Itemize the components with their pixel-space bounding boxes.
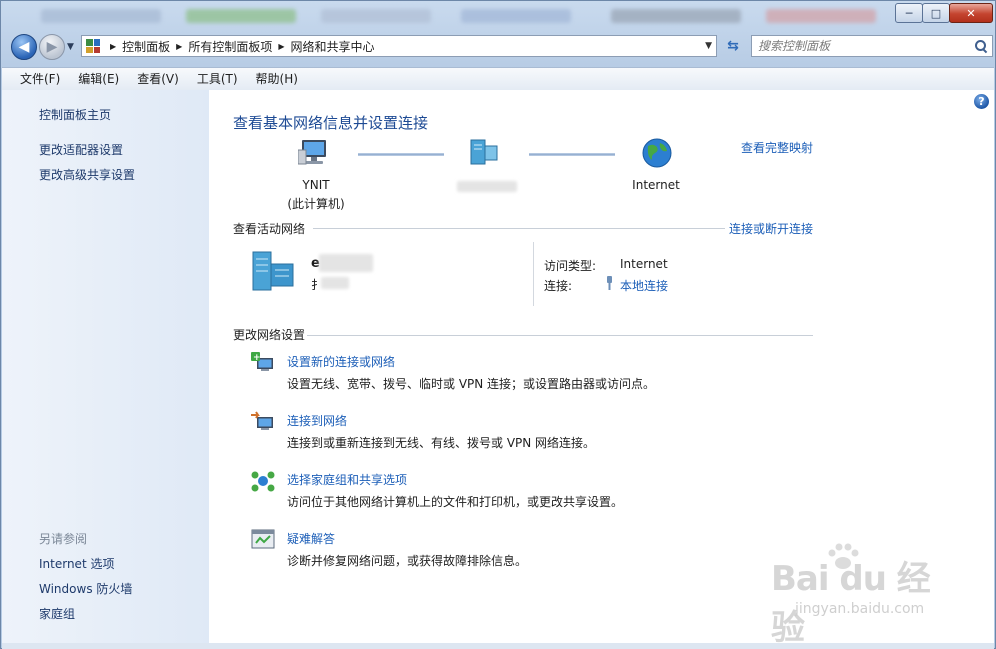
- sidebar-internet-options-link[interactable]: Internet 选项: [39, 555, 114, 572]
- search-icon[interactable]: [974, 39, 988, 53]
- sidebar-homegroup-link[interactable]: 家庭组: [39, 605, 75, 622]
- sidebar-firewall-link[interactable]: Windows 防火墙: [39, 580, 132, 597]
- page-title: 查看基本网络信息并设置连接: [233, 114, 429, 132]
- breadcrumb-control-panel[interactable]: 控制面板: [122, 38, 170, 55]
- window-frame: ─ □ ✕ ◀ ▶ ▼ ▶ 控制面板 ▶ 所有控制面板项 ▶ 网络和共享中心 ▼…: [0, 0, 996, 649]
- blurred-tab: [766, 9, 876, 23]
- watermark-url: jingyan.baidu.com: [795, 601, 925, 617]
- ethernet-icon: [607, 276, 612, 290]
- access-type-value: Internet: [620, 257, 668, 271]
- help-icon[interactable]: ?: [974, 94, 989, 109]
- network-link-line: [358, 153, 444, 156]
- chevron-right-icon[interactable]: ▶: [278, 42, 284, 51]
- domain-network-icon[interactable]: [251, 250, 299, 292]
- redacted-network-type: [321, 277, 349, 289]
- network-icon: [470, 139, 498, 165]
- task-connect-network-desc: 连接到或重新连接到无线、有线、拨号或 VPN 网络连接。: [287, 436, 596, 450]
- change-settings-label: 更改网络设置: [233, 328, 306, 342]
- window-controls: ─ □ ✕: [895, 3, 993, 23]
- connect-network-icon[interactable]: [251, 411, 275, 433]
- task-setup-connection-desc: 设置无线、宽带、拨号、临时或 VPN 连接；或设置路由器或访问点。: [287, 377, 656, 391]
- address-dropdown-icon[interactable]: ▼: [705, 41, 712, 51]
- see-also-heading: 另请参阅: [39, 532, 88, 546]
- breadcrumb-network-center[interactable]: 网络和共享中心: [291, 38, 375, 55]
- breadcrumb-all-items[interactable]: 所有控制面板项: [188, 38, 272, 55]
- view-full-map-link[interactable]: 查看完整映射: [741, 139, 813, 156]
- computer-sublabel: (此计算机): [287, 197, 345, 211]
- task-troubleshoot-link[interactable]: 疑难解答: [287, 530, 335, 547]
- search-input[interactable]: [752, 38, 974, 54]
- task-homegroup-desc: 访问位于其他网络计算机上的文件和打印机，或更改共享设置。: [287, 495, 624, 509]
- new-connection-icon[interactable]: +: [251, 352, 275, 374]
- refresh-button[interactable]: ⇆: [721, 36, 745, 56]
- blurred-tab: [321, 9, 431, 23]
- network-link-line: [529, 153, 615, 156]
- section-divider: [307, 335, 813, 336]
- title-strip: [1, 1, 891, 31]
- redacted-network-name: [319, 254, 373, 272]
- sidebar-advanced-sharing-link[interactable]: 更改高级共享设置: [39, 166, 135, 183]
- internet-label: Internet: [632, 178, 680, 192]
- menu-view[interactable]: 查看(V): [128, 69, 188, 89]
- svg-text:+: +: [253, 353, 261, 363]
- menu-bar: 文件(F) 编辑(E) 查看(V) 工具(T) 帮助(H): [2, 67, 994, 91]
- blurred-tab: [186, 9, 296, 23]
- local-connection-link[interactable]: 本地连接: [620, 277, 668, 294]
- recent-pages-dropdown[interactable]: ▼: [67, 42, 74, 52]
- menu-edit[interactable]: 编辑(E): [69, 69, 128, 89]
- forward-button[interactable]: ▶: [39, 34, 65, 60]
- redacted-network-name: [457, 181, 517, 192]
- menu-help[interactable]: 帮助(H): [247, 69, 307, 89]
- access-type-label: 访问类型:: [544, 259, 597, 273]
- navigation-bar: ◀ ▶ ▼ ▶ 控制面板 ▶ 所有控制面板项 ▶ 网络和共享中心 ▼ ⇆: [9, 34, 993, 62]
- blurred-tab: [41, 9, 161, 23]
- chevron-right-icon[interactable]: ▶: [176, 42, 182, 51]
- watermark-brand: Bai du 经验: [771, 559, 931, 648]
- minimize-button[interactable]: ─: [895, 3, 923, 23]
- connect-disconnect-link[interactable]: 连接或断开连接: [729, 220, 813, 237]
- active-networks-label: 查看活动网络: [233, 222, 306, 236]
- close-button[interactable]: ✕: [949, 3, 993, 23]
- homegroup-icon[interactable]: [251, 470, 275, 492]
- computer-name: YNIT: [302, 178, 330, 192]
- sidebar-home-link[interactable]: 控制面板主页: [39, 106, 111, 123]
- menu-file[interactable]: 文件(F): [2, 69, 69, 89]
- sidebar-adapter-settings-link[interactable]: 更改适配器设置: [39, 141, 123, 158]
- maximize-button[interactable]: □: [922, 3, 950, 23]
- search-box: [751, 35, 993, 57]
- troubleshoot-icon[interactable]: [251, 529, 275, 551]
- address-bar[interactable]: ▶ 控制面板 ▶ 所有控制面板项 ▶ 网络和共享中心 ▼: [81, 35, 717, 57]
- menu-tools[interactable]: 工具(T): [188, 69, 247, 89]
- control-panel-icon: [86, 39, 100, 53]
- internet-globe-icon[interactable]: [641, 137, 673, 169]
- blurred-tab: [461, 9, 571, 23]
- baidu-watermark: Bai du 经验 jingyan.baidu.com: [761, 541, 961, 648]
- vertical-divider: [533, 242, 534, 306]
- task-connect-network-link[interactable]: 连接到网络: [287, 412, 347, 429]
- task-troubleshoot-desc: 诊断并修复网络问题，或获得故障排除信息。: [287, 554, 528, 568]
- chevron-right-icon[interactable]: ▶: [110, 42, 116, 51]
- section-divider: [313, 228, 725, 229]
- connection-label: 连接:: [544, 279, 573, 293]
- window-bottom-edge: [2, 643, 994, 649]
- blurred-tab: [611, 9, 741, 23]
- back-button[interactable]: ◀: [11, 34, 37, 60]
- task-setup-connection-link[interactable]: 设置新的连接或网络: [287, 353, 395, 370]
- computer-icon: [298, 140, 326, 165]
- task-homegroup-link[interactable]: 选择家庭组和共享选项: [287, 471, 407, 488]
- side-panel: 控制面板主页 更改适配器设置 更改高级共享设置 另请参阅 Internet 选项…: [2, 90, 209, 643]
